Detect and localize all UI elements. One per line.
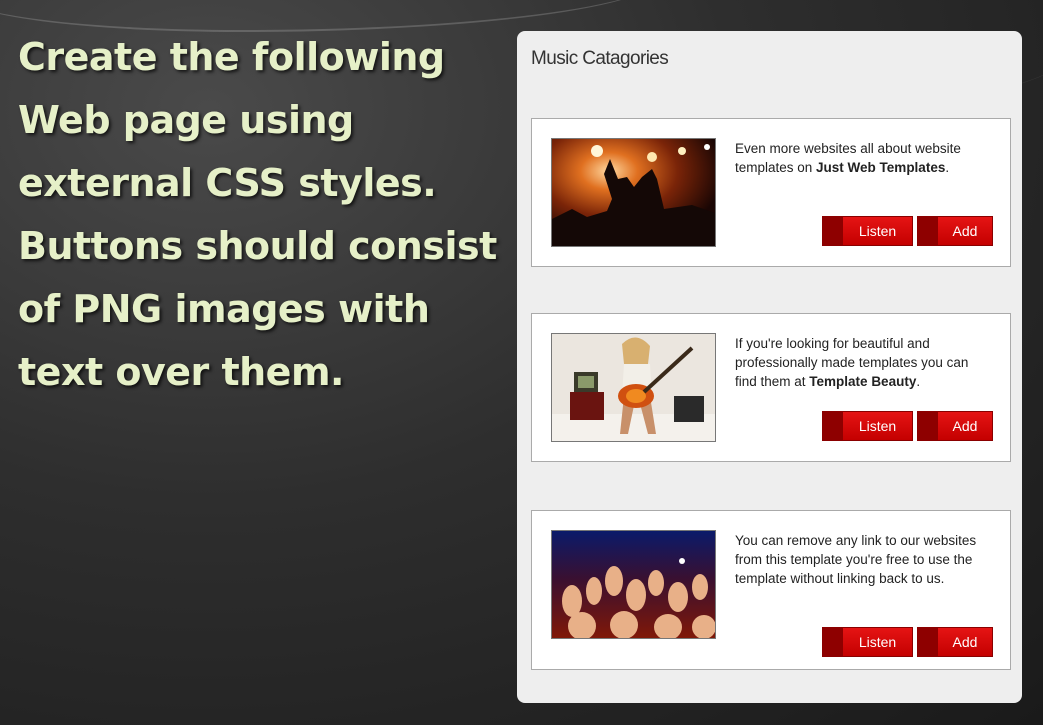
slide-line: external CSS styles.	[18, 161, 437, 205]
panel-title: Music Catagories	[531, 48, 669, 69]
button-tab	[918, 412, 938, 440]
add-label: Add	[952, 418, 978, 434]
card-text: .	[945, 160, 950, 175]
listen-label: Listen	[858, 418, 897, 434]
slide-line: text over them.	[18, 350, 344, 394]
listen-button[interactable]: Listen	[822, 627, 913, 657]
listen-label: Listen	[858, 634, 897, 650]
listen-button[interactable]: Listen	[822, 411, 913, 441]
card-description: If you're looking for beautiful and prof…	[735, 334, 985, 391]
button-tab	[918, 628, 938, 656]
slide-line: Create the following	[18, 35, 445, 79]
guitarist-photo	[551, 333, 716, 442]
card-text: You can remove any link to our websites …	[735, 533, 977, 586]
button-tab	[823, 217, 843, 245]
slide-line: Buttons should consist	[18, 224, 497, 268]
button-tab	[823, 412, 843, 440]
listen-button[interactable]: Listen	[822, 216, 913, 246]
card-link-text: Just Web Templates	[816, 160, 946, 175]
add-button[interactable]: Add	[917, 216, 993, 246]
card-link-text: Template Beauty	[809, 374, 917, 389]
card-text: .	[916, 374, 921, 389]
music-categories-panel: Music Catagories Even more websites all …	[517, 31, 1022, 703]
slide-line: Web page using	[18, 98, 354, 142]
add-label: Add	[952, 634, 978, 650]
music-card: You can remove any link to our websites …	[531, 510, 1011, 670]
add-button[interactable]: Add	[917, 411, 993, 441]
card-description: You can remove any link to our websites …	[735, 531, 985, 588]
crowd-hands-photo	[551, 530, 716, 639]
card-description: Even more websites all about website tem…	[735, 139, 985, 177]
add-label: Add	[952, 223, 978, 239]
music-card: Even more websites all about website tem…	[531, 118, 1011, 267]
music-card: If you're looking for beautiful and prof…	[531, 313, 1011, 462]
button-tab	[823, 628, 843, 656]
listen-label: Listen	[858, 223, 897, 239]
slide-instructions: Create the following Web page using exte…	[18, 26, 498, 404]
button-tab	[918, 217, 938, 245]
slide-line: of PNG images with	[18, 287, 430, 331]
add-button[interactable]: Add	[917, 627, 993, 657]
concert-silhouette-photo	[551, 138, 716, 247]
